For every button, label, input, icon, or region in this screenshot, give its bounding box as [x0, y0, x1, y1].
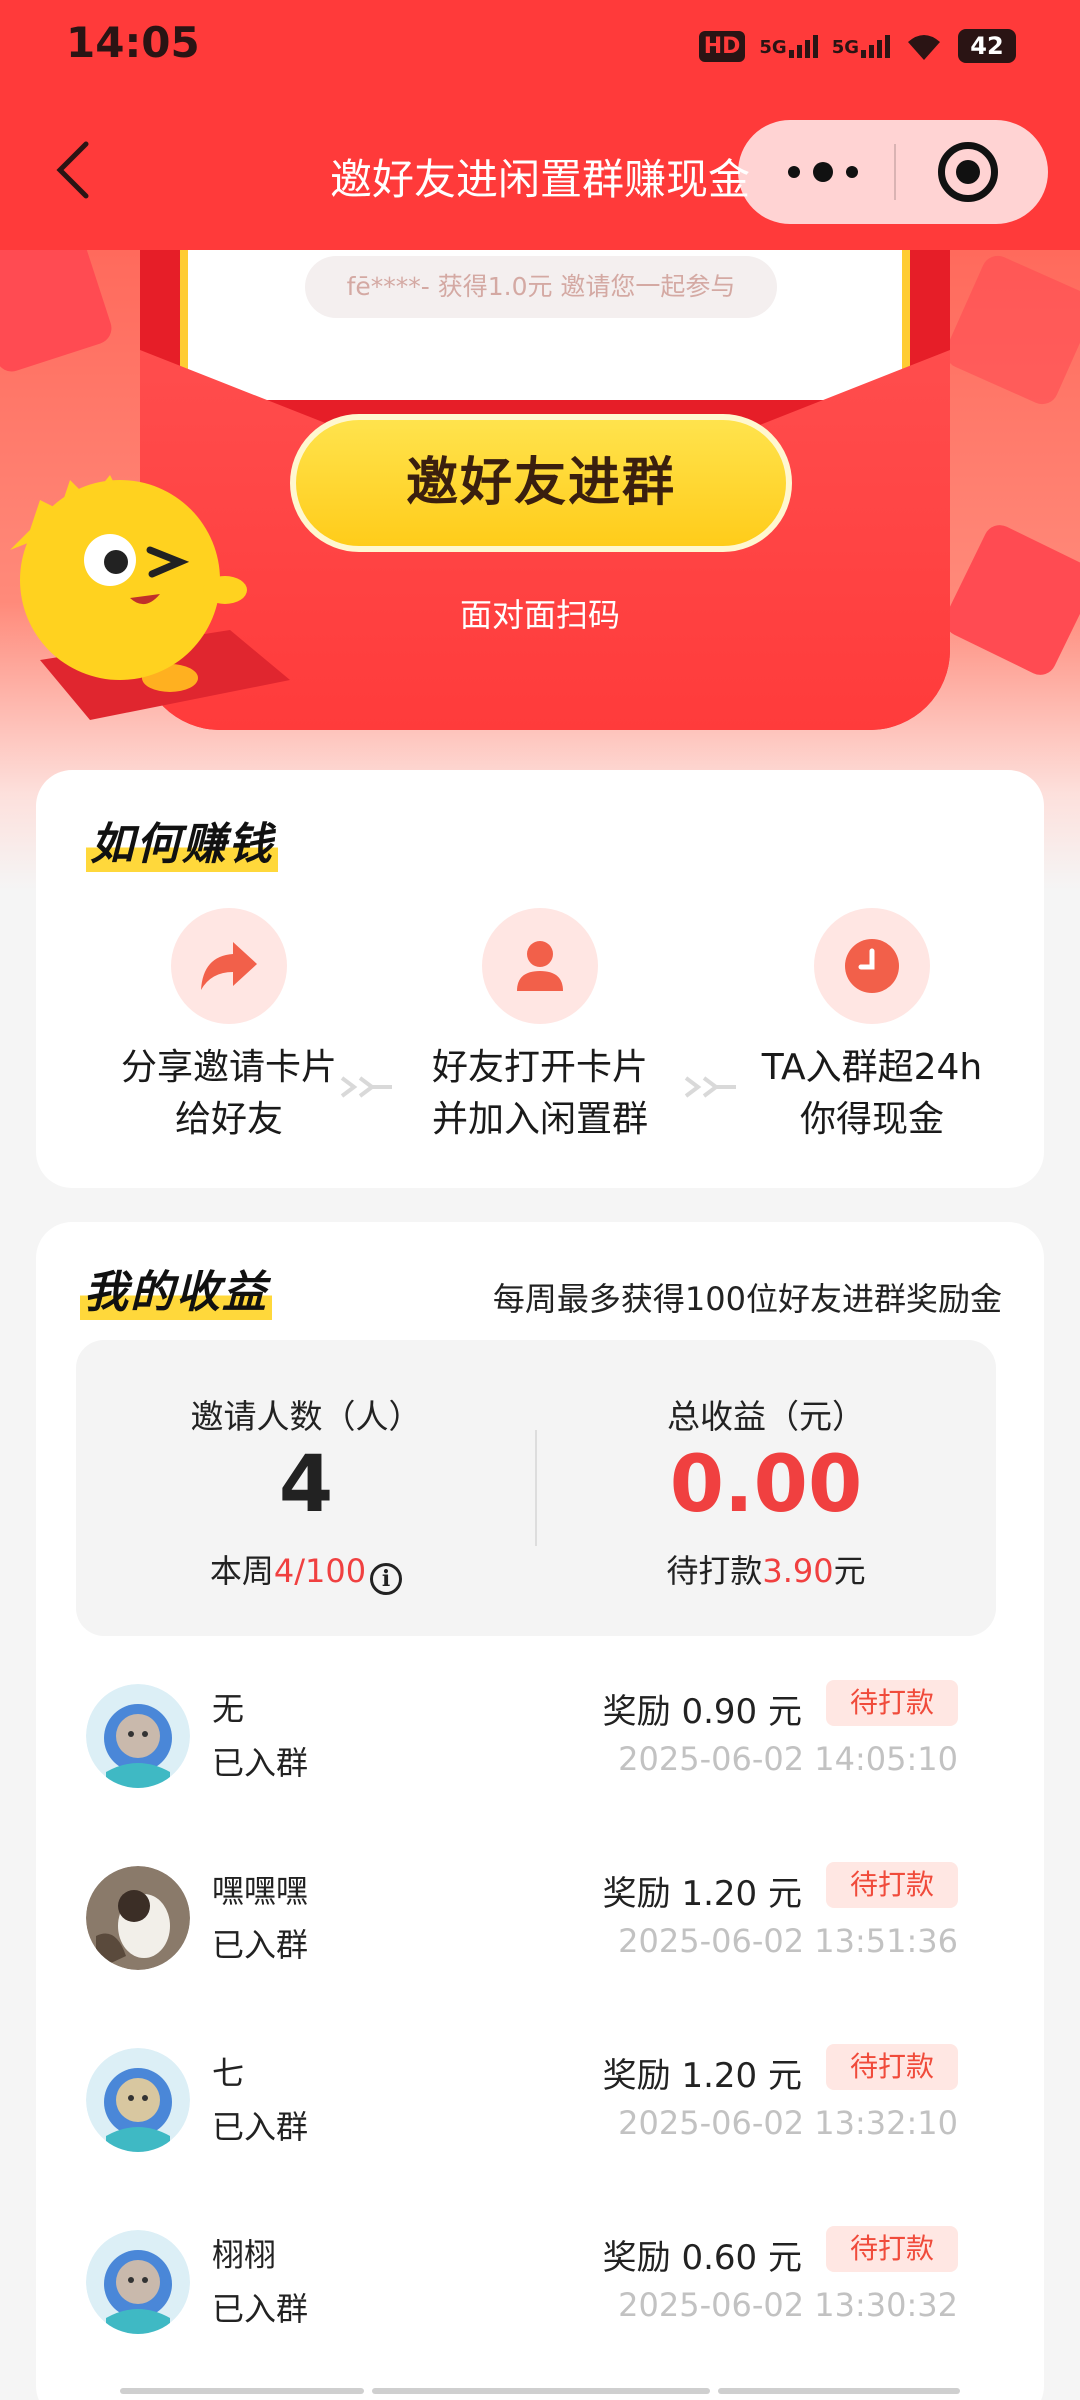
info-icon[interactable]: i [370, 1563, 403, 1595]
red-envelope-decoration [940, 250, 1080, 410]
share-arrow-icon [171, 908, 287, 1024]
record-time: 2025-06-02 14:05:10 [618, 1740, 958, 1778]
invited-count: 4 [278, 1440, 334, 1530]
record-time: 2025-06-02 13:32:10 [618, 2104, 958, 2142]
record-reward: 奖励 0.90 元 [602, 1692, 802, 1732]
record-reward: 奖励 1.20 元 [602, 2056, 802, 2096]
record-state: 已入群 [212, 2290, 309, 2328]
how-to-earn-card: 如何赚钱 分享邀请卡片 给好友 好友打开卡片 并加入闲置群 TA入群超24h 你… [36, 770, 1044, 1188]
reward-ticker: fē****- 获得1.0元 邀请您一起参与 [305, 256, 777, 318]
wifi-icon [908, 35, 940, 60]
total-earnings-label: 总收益（元） [667, 1397, 865, 1436]
status-badge: 待打款 [825, 2044, 958, 2090]
battery-icon: 42 [958, 29, 1016, 63]
signal-icon: 5G [759, 34, 818, 58]
avatar [86, 1866, 190, 1970]
status-badge: 待打款 [825, 1862, 958, 1908]
list-item[interactable]: 嘿嘿嘿 已入群 奖励 1.20 元 待打款 2025-06-02 13:51:3… [36, 1862, 1044, 2026]
step-line: 并加入闲置群 [431, 1099, 648, 1140]
clock-icon [814, 908, 930, 1024]
pending-value: 3.90 [762, 1552, 834, 1590]
record-reward: 奖励 0.60 元 [602, 2238, 802, 2278]
record-reward: 奖励 1.20 元 [602, 1874, 802, 1914]
nav-bar: 邀好友进闲置群赚现金 [0, 110, 1080, 230]
more-icon[interactable] [788, 150, 858, 194]
earnings-summary: 邀请人数（人） 4 本周4/100 i 总收益（元） 0.00 待打款3.90元 [76, 1340, 996, 1636]
step-label: TA入群超24h 你得现金 [712, 1042, 1032, 1146]
step-label: 好友打开卡片 并加入闲置群 [380, 1042, 700, 1146]
invited-label: 邀请人数（人） [190, 1397, 422, 1436]
steps: 分享邀请卡片 给好友 好友打开卡片 并加入闲置群 TA入群超24h 你得现金 [36, 908, 1044, 1148]
status-badge: 待打款 [825, 1680, 958, 1726]
capsule-divider [894, 144, 896, 200]
status-bar: 14:05 HD 5G 5G 42 [0, 0, 1080, 90]
record-name: 七 [212, 2054, 245, 2092]
list-item[interactable]: 无 已入群 奖励 0.90 元 待打款 2025-06-02 14:05:10 [36, 1680, 1044, 1844]
avatar [86, 1684, 190, 1788]
record-state: 已入群 [212, 1926, 309, 1964]
total-earnings-stat: 总收益（元） 0.00 待打款3.90元 [536, 1340, 996, 1636]
step-line: 你得现金 [799, 1099, 944, 1140]
record-state: 已入群 [212, 1744, 309, 1782]
step-line: 好友打开卡片 [431, 1047, 648, 1088]
step-line: TA入群超24h [761, 1047, 983, 1088]
network-label: 5G [831, 36, 859, 58]
step-share: 分享邀请卡片 给好友 [69, 908, 389, 1146]
red-envelope-decoration [0, 250, 116, 376]
record-time: 2025-06-02 13:51:36 [618, 1922, 958, 1960]
list-item[interactable]: 栩栩 已入群 奖励 0.60 元 待打款 2025-06-02 13:30:32 [36, 2226, 1044, 2390]
mini-program-capsule [738, 120, 1048, 224]
signal-icon: 5G [831, 34, 890, 58]
step-earn: TA入群超24h 你得现金 [712, 908, 1032, 1146]
how-to-earn-title: 如何赚钱 [86, 808, 278, 872]
avatar [86, 2230, 190, 2334]
record-name: 栩栩 [212, 2236, 277, 2274]
person-icon [482, 908, 598, 1024]
pending-suffix: 元 [833, 1552, 866, 1590]
record-name: 嘿嘿嘿 [212, 1872, 309, 1910]
mascot-illustration [10, 475, 290, 720]
my-earnings-title: 我的收益 [80, 1256, 272, 1320]
horizontal-scroll-indicator [120, 2388, 960, 2394]
record-name: 无 [212, 1690, 245, 1728]
network-label: 5G [759, 36, 787, 58]
close-miniprogram-icon[interactable] [938, 142, 998, 202]
step-join: 好友打开卡片 并加入闲置群 [380, 908, 700, 1146]
total-earnings-value: 0.00 [669, 1440, 863, 1530]
status-icons: HD 5G 5G 42 [698, 26, 1016, 66]
week-prefix: 本周 [209, 1552, 274, 1590]
weekly-limit-hint: 每周最多获得100位好友进群奖励金 [492, 1280, 1002, 1318]
weekly-progress: 本周4/100 i [76, 1546, 536, 1595]
week-value: 4/100 [273, 1552, 367, 1590]
record-time: 2025-06-02 13:30:32 [618, 2286, 958, 2324]
my-earnings-card: 我的收益 每周最多获得100位好友进群奖励金 邀请人数（人） 4 本周4/100… [36, 1222, 1044, 2400]
list-item[interactable]: 七 已入群 奖励 1.20 元 待打款 2025-06-02 13:32:10 [36, 2044, 1044, 2208]
top-bar: 14:05 HD 5G 5G 42 邀好友进闲置群赚现金 [0, 0, 1080, 250]
hd-icon: HD [698, 30, 746, 62]
avatar [86, 2048, 190, 2152]
status-badge: 待打款 [825, 2226, 958, 2272]
invite-to-group-button[interactable]: 邀好友进群 [290, 414, 792, 552]
invited-stat: 邀请人数（人） 4 本周4/100 i [76, 1340, 536, 1636]
pending-payment: 待打款3.90元 [536, 1546, 996, 1592]
record-state: 已入群 [212, 2108, 309, 2146]
status-time: 14:05 [66, 18, 200, 67]
pending-prefix: 待打款 [666, 1552, 763, 1590]
